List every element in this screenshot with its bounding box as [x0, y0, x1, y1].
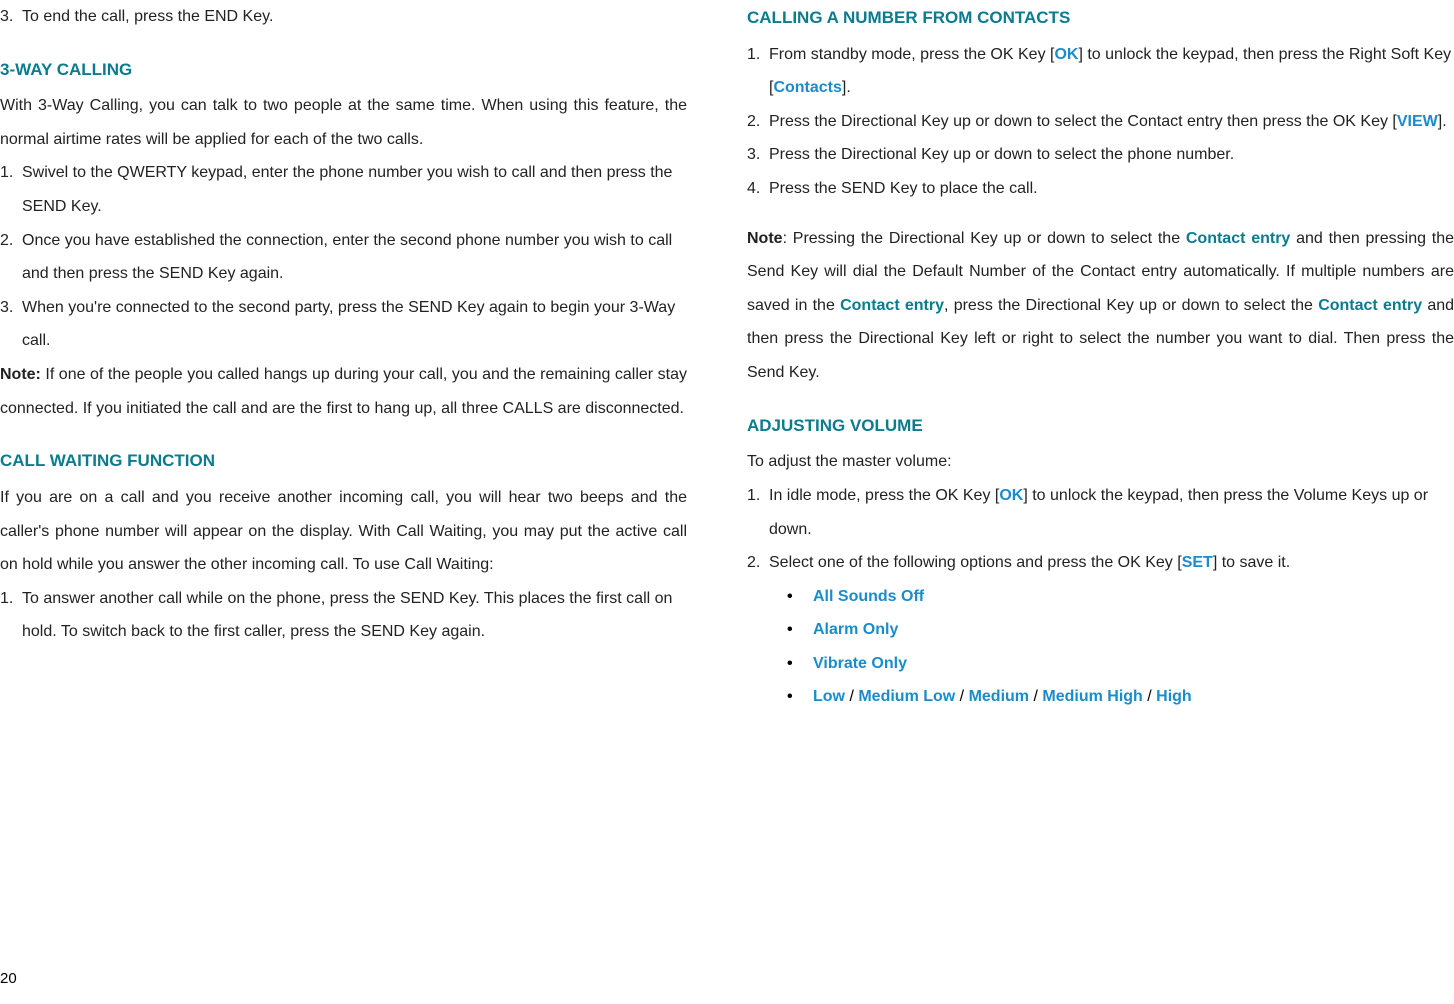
list-number: 1.	[747, 479, 769, 546]
key-view: VIEW	[1397, 113, 1438, 130]
volume-option-alarm-only: • Alarm Only	[747, 613, 1454, 647]
list-text: When you're connected to the second part…	[22, 291, 687, 358]
volume-option-vibrate-only: • Vibrate Only	[747, 647, 1454, 681]
contacts-step-2: 2. Press the Directional Key up or down …	[747, 105, 1454, 139]
page-number: 20	[0, 963, 17, 995]
3way-step-1: 1. Swivel to the QWERTY keypad, enter th…	[0, 156, 687, 223]
list-number: 3.	[0, 291, 22, 358]
contact-entry-term: Contact entry	[1186, 230, 1290, 247]
list-text: Press the SEND Key to place the call.	[769, 172, 1454, 206]
key-contacts: Contacts	[773, 79, 841, 96]
list-number: 1.	[747, 38, 769, 105]
intro-3-way: With 3-Way Calling, you can talk to two …	[0, 89, 687, 156]
list-text: Press the Directional Key up or down to …	[769, 138, 1454, 172]
heading-adjusting-volume: ADJUSTING VOLUME	[747, 408, 1454, 444]
list-number: 2.	[0, 224, 22, 291]
list-text: Select one of the following options and …	[769, 546, 1454, 580]
list-number: 3.	[0, 0, 22, 34]
note-label: Note:	[0, 366, 41, 383]
intro-volume: To adjust the master volume:	[747, 445, 1454, 479]
cw-step-1: 1. To answer another call while on the p…	[0, 582, 687, 649]
list-text: To answer another call while on the phon…	[22, 582, 687, 649]
volume-step-1: 1. In idle mode, press the OK Key [OK] t…	[747, 479, 1454, 546]
end-call-step: 3. To end the call, press the END Key.	[0, 0, 687, 34]
list-text: From standby mode, press the OK Key [OK]…	[769, 38, 1454, 105]
list-number: 2.	[747, 546, 769, 580]
bullet-icon: •	[787, 680, 813, 714]
key-set: SET	[1182, 554, 1213, 571]
option-label: All Sounds Off	[813, 580, 924, 614]
bullet-icon: •	[787, 647, 813, 681]
list-text: Swivel to the QWERTY keypad, enter the p…	[22, 156, 687, 223]
volume-step-2: 2. Select one of the following options a…	[747, 546, 1454, 580]
list-number: 1.	[0, 582, 22, 649]
contacts-step-1: 1. From standby mode, press the OK Key […	[747, 38, 1454, 105]
heading-calling-contacts: CALLING A NUMBER FROM CONTACTS	[747, 0, 1454, 36]
list-text: Once you have established the connection…	[22, 224, 687, 291]
bullet-icon: •	[787, 613, 813, 647]
option-label: Alarm Only	[813, 613, 898, 647]
heading-call-waiting: CALL WAITING FUNCTION	[0, 443, 687, 479]
contact-entry-term: Contact entry	[1318, 297, 1422, 314]
list-text: To end the call, press the END Key.	[22, 0, 687, 34]
list-number: 3.	[747, 138, 769, 172]
note-label: Note	[747, 230, 783, 247]
key-ok: OK	[1054, 46, 1078, 63]
bullet-icon: •	[787, 580, 813, 614]
intro-call-waiting: If you are on a call and you receive ano…	[0, 481, 687, 582]
note-text: If one of the people you called hangs up…	[0, 366, 687, 417]
list-text: Press the Directional Key up or down to …	[769, 105, 1454, 139]
list-text: In idle mode, press the OK Key [OK] to u…	[769, 479, 1454, 546]
list-number: 4.	[747, 172, 769, 206]
option-label: Vibrate Only	[813, 647, 907, 681]
contact-entry-term: Contact entry	[840, 297, 944, 314]
contacts-step-4: 4. Press the SEND Key to place the call.	[747, 172, 1454, 206]
contacts-step-3: 3. Press the Directional Key up or down …	[747, 138, 1454, 172]
list-number: 2.	[747, 105, 769, 139]
option-label: Low / Medium Low / Medium / Medium High …	[813, 680, 1192, 714]
3way-step-2: 2. Once you have established the connect…	[0, 224, 687, 291]
list-number: 1.	[0, 156, 22, 223]
key-ok: OK	[999, 487, 1023, 504]
volume-option-all-sounds-off: • All Sounds Off	[747, 580, 1454, 614]
heading-3-way-calling: 3-WAY CALLING	[0, 52, 687, 88]
3way-step-3: 3. When you're connected to the second p…	[0, 291, 687, 358]
volume-option-levels: • Low / Medium Low / Medium / Medium Hig…	[747, 680, 1454, 714]
note-contacts: Note: Pressing the Directional Key up or…	[747, 222, 1454, 390]
note-3-way: Note: If one of the people you called ha…	[0, 358, 687, 425]
